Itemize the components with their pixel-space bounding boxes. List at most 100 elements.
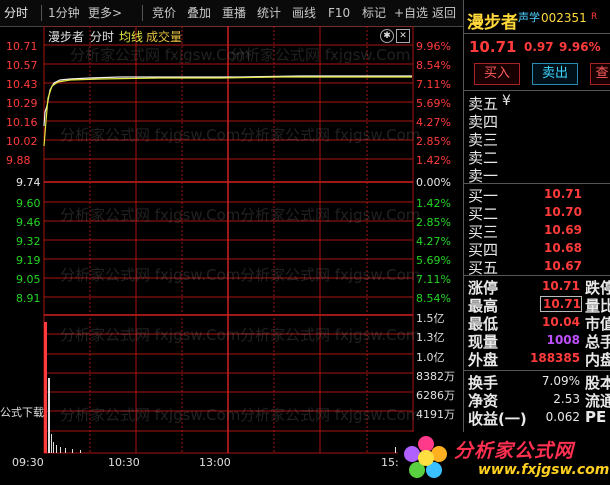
price-label: 10.02 — [6, 135, 38, 148]
bid-3-price: 10.69 — [544, 223, 582, 237]
auction-button[interactable]: 竞价 — [152, 4, 176, 22]
formula-download-link[interactable]: 公式下载 — [0, 404, 44, 420]
volume-label: 1.3亿 — [416, 331, 445, 344]
toolbar-divider — [142, 5, 143, 21]
price-label: 9.05 — [16, 273, 41, 286]
price-label: 10.16 — [6, 116, 38, 129]
price-label: 10.71 — [6, 40, 38, 53]
bid-2-price: 10.70 — [544, 205, 582, 219]
quote-price: 10.71 — [469, 38, 517, 56]
quote-change-pct: 9.96% — [559, 40, 601, 54]
price-label: 9.19 — [16, 254, 41, 267]
stat-eps-label: 收益(一) — [468, 410, 527, 428]
volume-label: 1.0亿 — [416, 351, 445, 364]
statistics-button[interactable]: 统计 — [257, 4, 281, 22]
volume-bar — [395, 447, 396, 453]
ask-4-label: 卖四 — [468, 113, 499, 131]
stat-share-capital-label: 股本 — [585, 374, 610, 392]
stat-turnover-value: 7.09% — [541, 374, 580, 388]
stat-float-label: 流通 — [585, 392, 610, 410]
toolbar: 分时 1分钟 更多> 竞价 叠加 重播 统计 画线 F10 标记 +自选 返回 — [0, 0, 463, 27]
ask-5-label: 卖五 — [468, 95, 499, 113]
bid-2-label: 买二 — [468, 205, 499, 223]
volume-bar — [60, 447, 61, 453]
quote-code-suffix: R — [591, 12, 598, 22]
stat-pe-label: PE — [585, 408, 607, 426]
pct-label: 2.85% — [416, 216, 451, 229]
chart-mode-label: 分时 — [90, 30, 115, 44]
more-menu[interactable]: 更多> — [88, 4, 122, 22]
pct-label: 9.96% — [416, 40, 451, 53]
pct-label: 1.42% — [416, 197, 451, 210]
panel-divider — [464, 33, 610, 34]
pct-label-zero: 0.00% — [416, 176, 451, 189]
settings-icon[interactable]: ✱ — [380, 29, 394, 43]
price-label: 10.57 — [6, 59, 38, 72]
stat-net-assets-label: 净资 — [468, 392, 499, 410]
bid-5-price: 10.67 — [544, 259, 582, 273]
bid-3-label: 买三 — [468, 223, 499, 241]
time-label: 13:00 — [199, 456, 231, 469]
f10-button[interactable]: F10 — [328, 4, 350, 22]
price-label: 8.91 — [16, 292, 41, 305]
time-label: 10:30 — [108, 456, 140, 469]
price-label: 9.32 — [16, 235, 41, 248]
volume-label: 1.5亿 — [416, 312, 445, 325]
tab-intraday[interactable]: 分时 — [4, 4, 28, 22]
quote-sector-tag: 声学 — [518, 11, 540, 24]
pct-label: 4.27% — [416, 116, 451, 129]
overlay-button[interactable]: 叠加 — [187, 4, 211, 22]
bid-1-label: 买一 — [468, 187, 499, 205]
stat-current-volume-label: 现量 — [468, 333, 499, 351]
quote-stock-name: 漫步者 — [467, 13, 518, 33]
stat-high-label: 最高 — [468, 297, 499, 315]
ask-3-label: 卖三 — [468, 131, 499, 149]
volume-bar — [65, 448, 66, 453]
quote-change: 0.97 — [524, 40, 554, 54]
stat-outer-label: 外盘 — [468, 351, 499, 369]
tab-1min[interactable]: 1分钟 — [48, 4, 80, 22]
pct-label: 8.54% — [416, 292, 451, 305]
back-button[interactable]: 返回 — [432, 4, 456, 22]
mark-button[interactable]: 标记 — [362, 4, 386, 22]
stat-turnover-label: 换手 — [468, 374, 499, 392]
panel-divider — [464, 90, 610, 91]
stat-net-assets-value: 2.53 — [553, 392, 580, 406]
stat-low-value: 10.04 — [542, 315, 580, 329]
pct-label: 7.11% — [416, 273, 451, 286]
chart-canvas — [43, 26, 414, 454]
volume-bar — [72, 449, 73, 453]
sell-button[interactable]: 卖出 — [532, 63, 578, 85]
panel-divider — [464, 183, 610, 184]
stat-limit-up-label: 涨停 — [468, 279, 499, 297]
bid-4-label: 买四 — [468, 241, 499, 259]
volume-bar — [56, 445, 57, 453]
volume-label: 4191万 — [416, 408, 455, 421]
quote-panel: 漫步者 声学 002351 R 10.71 0.97 9.96% 买入 卖出 查… — [463, 0, 610, 485]
pct-label: 2.85% — [416, 135, 451, 148]
intraday-chart[interactable]: 漫步者 分时 均线 成交量 ✱ ✕ 10.71 10.57 10.43 10.2… — [0, 26, 463, 471]
time-label: 09:30 — [12, 456, 44, 469]
bid-4-price: 10.68 — [544, 241, 582, 255]
stat-eps-value: 0.062 — [545, 410, 580, 424]
query-button[interactable]: 查 — [590, 63, 610, 85]
quote-stock-code: 002351 — [541, 11, 587, 25]
panel-divider — [464, 370, 610, 371]
close-icon[interactable]: ✕ — [396, 29, 410, 43]
price-label: 9.46 — [16, 216, 41, 229]
yuan-icon: ¥ — [502, 93, 511, 109]
draw-line-button[interactable]: 画线 — [292, 4, 316, 22]
stat-current-volume-value: 1008 — [546, 333, 580, 347]
buy-button[interactable]: 买入 — [474, 63, 520, 85]
stat-limit-up-value: 10.71 — [542, 279, 580, 293]
replay-button[interactable]: 重播 — [222, 4, 246, 22]
stat-total-volume-label: 总手 — [585, 333, 610, 351]
stat-volume-ratio-label: 量比 — [585, 297, 610, 315]
logo-title: 分析家公式网 — [454, 440, 575, 462]
stat-low-label: 最低 — [468, 315, 499, 333]
price-label-open: 9.74 — [16, 176, 41, 189]
volume-bar — [44, 322, 47, 453]
stat-inner-label: 内盘 — [585, 351, 610, 369]
add-watchlist-button[interactable]: +自选 — [394, 4, 428, 22]
volume-label: 8382万 — [416, 370, 455, 383]
